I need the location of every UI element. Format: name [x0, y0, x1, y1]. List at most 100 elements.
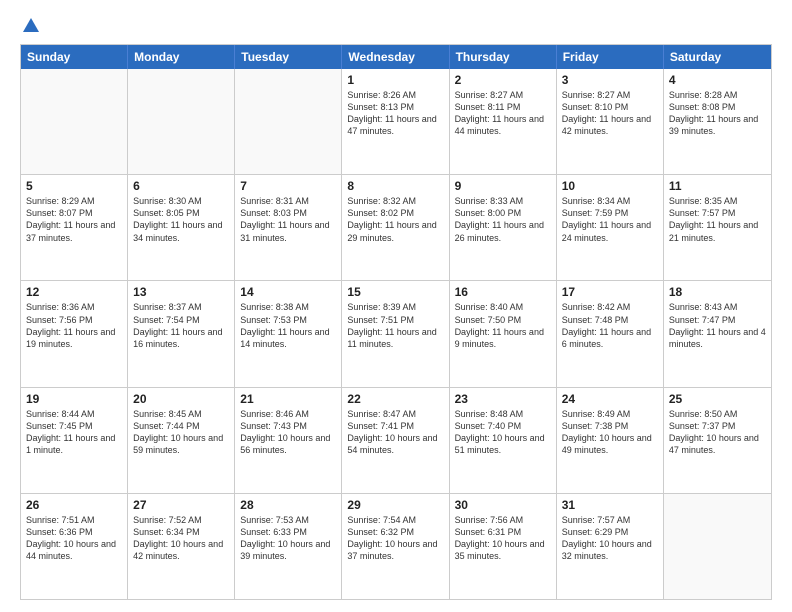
- logo: [20, 16, 41, 34]
- calendar-cell-empty-0-1: [128, 69, 235, 174]
- cell-text: Sunrise: 8:35 AM Sunset: 7:57 PM Dayligh…: [669, 195, 766, 244]
- calendar-cell-13: 13 Sunrise: 8:37 AM Sunset: 7:54 PM Dayli…: [128, 281, 235, 386]
- calendar-cell-18: 18 Sunrise: 8:43 AM Sunset: 7:47 PM Dayli…: [664, 281, 771, 386]
- calendar-cell-2: 2 Sunrise: 8:27 AM Sunset: 8:11 PM Daylig…: [450, 69, 557, 174]
- calendar-cell-11: 11 Sunrise: 8:35 AM Sunset: 7:57 PM Dayli…: [664, 175, 771, 280]
- cell-text: Sunrise: 8:42 AM Sunset: 7:48 PM Dayligh…: [562, 301, 658, 350]
- day-number: 10: [562, 179, 658, 193]
- cell-text: Sunrise: 7:56 AM Sunset: 6:31 PM Dayligh…: [455, 514, 551, 563]
- day-number: 2: [455, 73, 551, 87]
- calendar-row-1: 5Sunrise: 8:29 AM Sunset: 8:07 PM Daylig…: [21, 174, 771, 280]
- cell-text: Sunrise: 8:47 AM Sunset: 7:41 PM Dayligh…: [347, 408, 443, 457]
- calendar-cell-31: 31Sunrise: 7:57 AM Sunset: 6:29 PM Dayli…: [557, 494, 664, 599]
- calendar-cell-16: 16 Sunrise: 8:40 AM Sunset: 7:50 PM Dayli…: [450, 281, 557, 386]
- calendar-cell-10: 10 Sunrise: 8:34 AM Sunset: 7:59 PM Dayli…: [557, 175, 664, 280]
- calendar-cell-6: 6Sunrise: 8:30 AM Sunset: 8:05 PM Daylig…: [128, 175, 235, 280]
- cell-text: Sunrise: 8:40 AM Sunset: 7:50 PM Dayligh…: [455, 301, 551, 350]
- calendar-cell-empty-0-2: [235, 69, 342, 174]
- calendar-cell-26: 26Sunrise: 7:51 AM Sunset: 6:36 PM Dayli…: [21, 494, 128, 599]
- calendar-row-2: 12 Sunrise: 8:36 AM Sunset: 7:56 PM Dayli…: [21, 280, 771, 386]
- day-number: 15: [347, 285, 443, 299]
- header-cell-tuesday: Tuesday: [235, 45, 342, 69]
- calendar-cell-4: 4Sunrise: 8:28 AM Sunset: 8:08 PM Daylig…: [664, 69, 771, 174]
- day-number: 7: [240, 179, 336, 193]
- calendar-cell-14: 14 Sunrise: 8:38 AM Sunset: 7:53 PM Dayli…: [235, 281, 342, 386]
- day-number: 19: [26, 392, 122, 406]
- calendar-cell-20: 20 Sunrise: 8:45 AM Sunset: 7:44 PM Dayli…: [128, 388, 235, 493]
- cell-text: Sunrise: 8:33 AM Sunset: 8:00 PM Dayligh…: [455, 195, 551, 244]
- cell-text: Sunrise: 8:38 AM Sunset: 7:53 PM Dayligh…: [240, 301, 336, 350]
- calendar-cell-5: 5Sunrise: 8:29 AM Sunset: 8:07 PM Daylig…: [21, 175, 128, 280]
- day-number: 22: [347, 392, 443, 406]
- cell-text: Sunrise: 8:37 AM Sunset: 7:54 PM Dayligh…: [133, 301, 229, 350]
- day-number: 9: [455, 179, 551, 193]
- calendar-cell-29: 29 Sunrise: 7:54 AM Sunset: 6:32 PM Dayli…: [342, 494, 449, 599]
- calendar-cell-22: 22 Sunrise: 8:47 AM Sunset: 7:41 PM Dayli…: [342, 388, 449, 493]
- cell-text: Sunrise: 8:39 AM Sunset: 7:51 PM Dayligh…: [347, 301, 443, 350]
- day-number: 13: [133, 285, 229, 299]
- cell-text: Sunrise: 8:27 AM Sunset: 8:10 PM Dayligh…: [562, 89, 658, 138]
- logo-icon: [21, 16, 41, 36]
- calendar-cell-28: 28Sunrise: 7:53 AM Sunset: 6:33 PM Dayli…: [235, 494, 342, 599]
- cell-text: Sunrise: 8:48 AM Sunset: 7:40 PM Dayligh…: [455, 408, 551, 457]
- calendar-cell-19: 19 Sunrise: 8:44 AM Sunset: 7:45 PM Dayli…: [21, 388, 128, 493]
- calendar-cell-empty-4-6: [664, 494, 771, 599]
- calendar-cell-21: 21 Sunrise: 8:46 AM Sunset: 7:43 PM Dayli…: [235, 388, 342, 493]
- calendar-cell-1: 1 Sunrise: 8:26 AM Sunset: 8:13 PM Daylig…: [342, 69, 449, 174]
- calendar-row-3: 19 Sunrise: 8:44 AM Sunset: 7:45 PM Dayli…: [21, 387, 771, 493]
- cell-text: Sunrise: 8:36 AM Sunset: 7:56 PM Dayligh…: [26, 301, 122, 350]
- header-cell-saturday: Saturday: [664, 45, 771, 69]
- cell-text: Sunrise: 8:26 AM Sunset: 8:13 PM Dayligh…: [347, 89, 443, 138]
- calendar-cell-17: 17 Sunrise: 8:42 AM Sunset: 7:48 PM Dayli…: [557, 281, 664, 386]
- header-cell-sunday: Sunday: [21, 45, 128, 69]
- day-number: 1: [347, 73, 443, 87]
- calendar-cell-empty-0-0: [21, 69, 128, 174]
- cell-text: Sunrise: 8:43 AM Sunset: 7:47 PM Dayligh…: [669, 301, 766, 350]
- day-number: 12: [26, 285, 122, 299]
- calendar-row-4: 26Sunrise: 7:51 AM Sunset: 6:36 PM Dayli…: [21, 493, 771, 599]
- cell-text: Sunrise: 7:53 AM Sunset: 6:33 PM Dayligh…: [240, 514, 336, 563]
- cell-text: Sunrise: 8:46 AM Sunset: 7:43 PM Dayligh…: [240, 408, 336, 457]
- header-cell-monday: Monday: [128, 45, 235, 69]
- day-number: 27: [133, 498, 229, 512]
- day-number: 29: [347, 498, 443, 512]
- calendar-cell-7: 7 Sunrise: 8:31 AM Sunset: 8:03 PM Daylig…: [235, 175, 342, 280]
- cell-text: Sunrise: 8:49 AM Sunset: 7:38 PM Dayligh…: [562, 408, 658, 457]
- day-number: 20: [133, 392, 229, 406]
- cell-text: Sunrise: 8:31 AM Sunset: 8:03 PM Dayligh…: [240, 195, 336, 244]
- day-number: 24: [562, 392, 658, 406]
- day-number: 18: [669, 285, 766, 299]
- day-number: 11: [669, 179, 766, 193]
- calendar-body: 1 Sunrise: 8:26 AM Sunset: 8:13 PM Daylig…: [21, 69, 771, 599]
- day-number: 3: [562, 73, 658, 87]
- day-number: 21: [240, 392, 336, 406]
- cell-text: Sunrise: 8:34 AM Sunset: 7:59 PM Dayligh…: [562, 195, 658, 244]
- day-number: 16: [455, 285, 551, 299]
- page: SundayMondayTuesdayWednesdayThursdayFrid…: [0, 0, 792, 612]
- day-number: 30: [455, 498, 551, 512]
- day-number: 26: [26, 498, 122, 512]
- cell-text: Sunrise: 8:27 AM Sunset: 8:11 PM Dayligh…: [455, 89, 551, 138]
- header: [20, 16, 772, 34]
- calendar-cell-24: 24 Sunrise: 8:49 AM Sunset: 7:38 PM Dayli…: [557, 388, 664, 493]
- day-number: 14: [240, 285, 336, 299]
- cell-text: Sunrise: 8:28 AM Sunset: 8:08 PM Dayligh…: [669, 89, 766, 138]
- calendar-cell-12: 12 Sunrise: 8:36 AM Sunset: 7:56 PM Dayli…: [21, 281, 128, 386]
- cell-text: Sunrise: 8:30 AM Sunset: 8:05 PM Dayligh…: [133, 195, 229, 244]
- calendar-cell-15: 15 Sunrise: 8:39 AM Sunset: 7:51 PM Dayli…: [342, 281, 449, 386]
- cell-text: Sunrise: 8:29 AM Sunset: 8:07 PM Dayligh…: [26, 195, 122, 244]
- cell-text: Sunrise: 8:45 AM Sunset: 7:44 PM Dayligh…: [133, 408, 229, 457]
- header-cell-wednesday: Wednesday: [342, 45, 449, 69]
- calendar-cell-3: 3 Sunrise: 8:27 AM Sunset: 8:10 PM Daylig…: [557, 69, 664, 174]
- cell-text: Sunrise: 8:50 AM Sunset: 7:37 PM Dayligh…: [669, 408, 766, 457]
- cell-text: Sunrise: 7:54 AM Sunset: 6:32 PM Dayligh…: [347, 514, 443, 563]
- calendar-cell-8: 8Sunrise: 8:32 AM Sunset: 8:02 PM Daylig…: [342, 175, 449, 280]
- calendar-cell-25: 25Sunrise: 8:50 AM Sunset: 7:37 PM Dayli…: [664, 388, 771, 493]
- calendar-row-0: 1 Sunrise: 8:26 AM Sunset: 8:13 PM Daylig…: [21, 69, 771, 174]
- calendar-cell-23: 23Sunrise: 8:48 AM Sunset: 7:40 PM Dayli…: [450, 388, 557, 493]
- header-cell-friday: Friday: [557, 45, 664, 69]
- cell-text: Sunrise: 8:44 AM Sunset: 7:45 PM Dayligh…: [26, 408, 122, 457]
- day-number: 17: [562, 285, 658, 299]
- cell-text: Sunrise: 7:57 AM Sunset: 6:29 PM Dayligh…: [562, 514, 658, 563]
- day-number: 8: [347, 179, 443, 193]
